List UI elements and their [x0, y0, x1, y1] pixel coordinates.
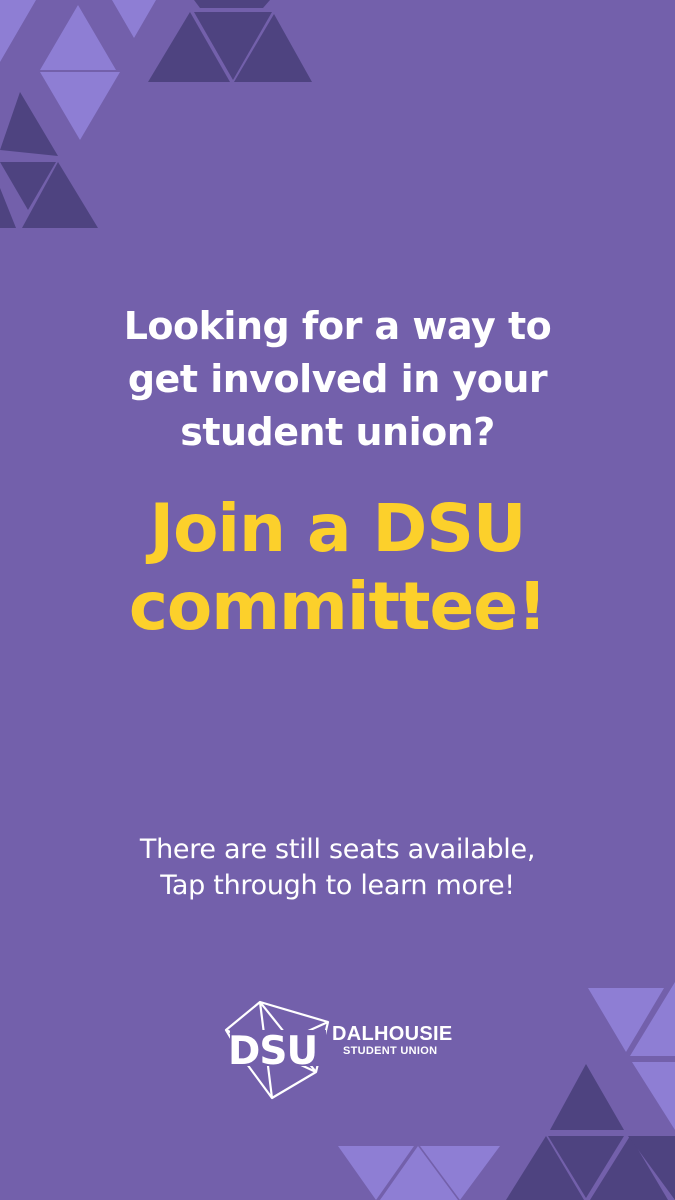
subtext-line-2: Tap through to learn more!	[160, 870, 515, 901]
logo-name: DALHOUSIE	[332, 1023, 453, 1045]
intro-line-2: get involved in your	[127, 357, 548, 401]
logo-wordmark: DALHOUSIE STUDENT UNION	[332, 1024, 452, 1058]
subtext-line-1: There are still seats available,	[139, 834, 536, 865]
headline-line-1: Join a DSU	[149, 490, 527, 567]
intro-line-3: student union?	[180, 410, 495, 454]
headline: Join a DSU committee!	[0, 490, 675, 646]
logo-mark-text: DSU	[228, 1029, 317, 1074]
top-left-triangles	[0, 0, 312, 228]
call-to-action-text: There are still seats available, Tap thr…	[0, 832, 675, 904]
intro-question: Looking for a way to get involved in you…	[0, 300, 675, 459]
logo-tagline: STUDENT UNION	[343, 1045, 438, 1057]
intro-line-1: Looking for a way to	[123, 304, 552, 348]
story-slide: Looking for a way to get involved in you…	[0, 0, 675, 1200]
headline-line-2: committee!	[128, 568, 547, 645]
